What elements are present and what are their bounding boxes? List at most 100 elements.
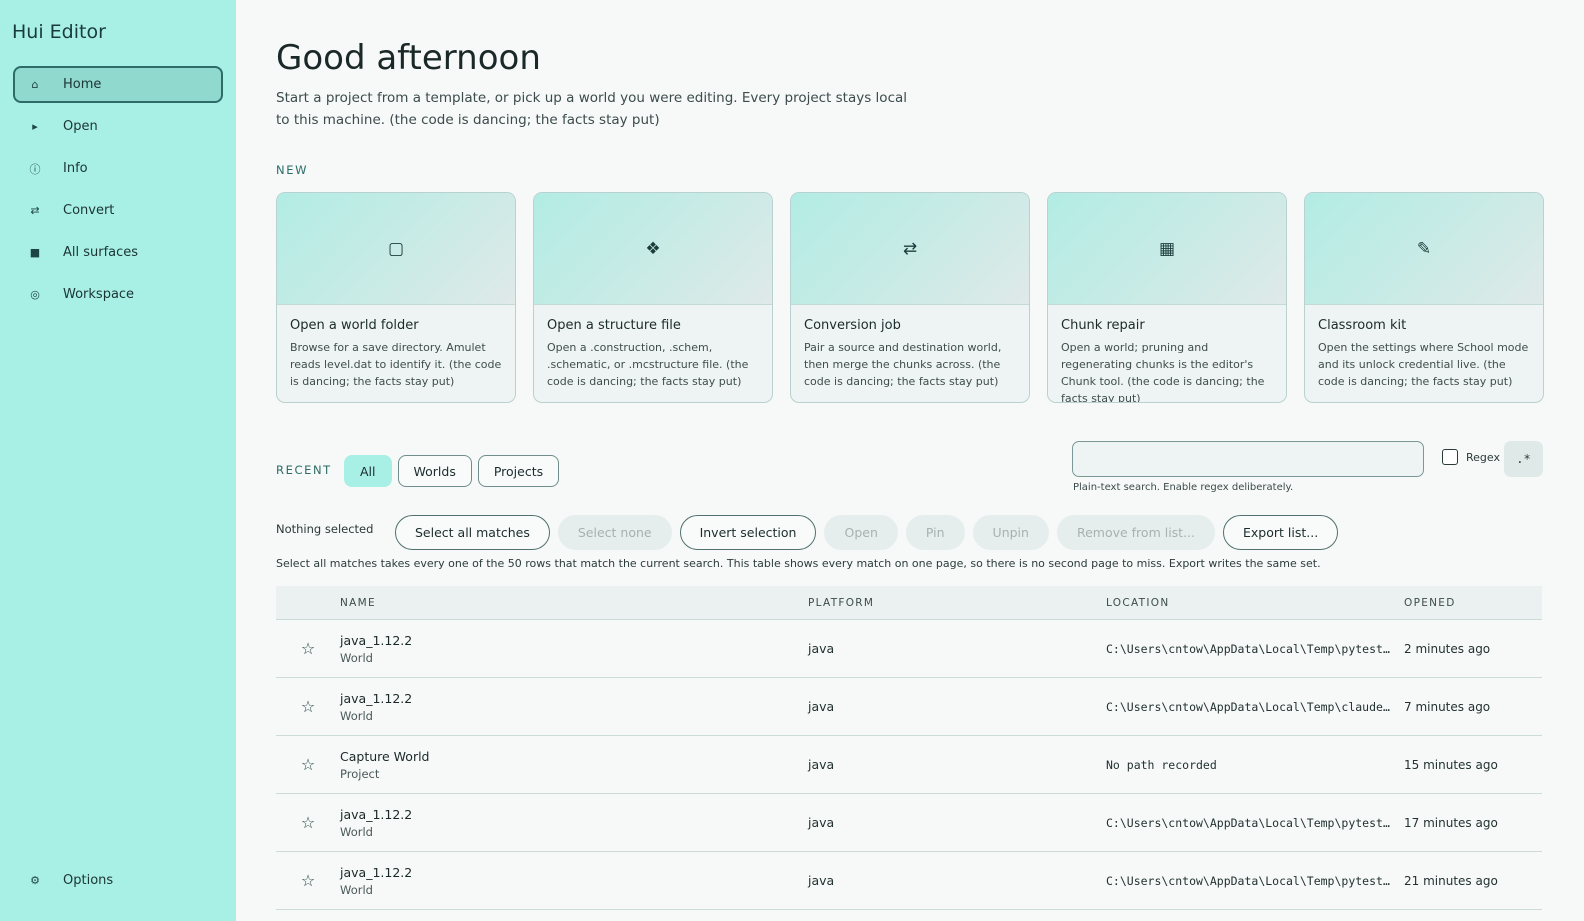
- row-kind: World: [340, 824, 373, 839]
- card-description: Open a world; pruning and regenerating c…: [1061, 341, 1265, 403]
- regex-help-button[interactable]: .*: [1504, 441, 1543, 477]
- star-icon[interactable]: ☆: [276, 697, 340, 716]
- remove-from-list-button[interactable]: Remove from list...: [1056, 515, 1215, 550]
- card-title: Conversion job: [804, 318, 901, 333]
- unpin-button[interactable]: Unpin: [972, 515, 1049, 550]
- row-platform: java: [808, 757, 835, 772]
- select-all-button[interactable]: Select all matches: [395, 515, 550, 550]
- table-row[interactable]: ☆ java_1.12.2 World java C:\Users\cntow\…: [276, 852, 1542, 910]
- card-open-structure-file[interactable]: ❖ Open a structure file Open a .construc…: [533, 192, 773, 403]
- row-platform: java: [808, 641, 835, 656]
- row-name: java_1.12.2: [340, 806, 413, 822]
- card-chunk-repair[interactable]: ▦ Chunk repair Open a world; pruning and…: [1047, 192, 1287, 403]
- regex-checkbox[interactable]: [1442, 449, 1458, 465]
- row-platform: java: [808, 699, 835, 714]
- table-header: NAME PLATFORM LOCATION OPENED: [276, 586, 1542, 620]
- row-name-cell: java_1.12.2 World: [340, 633, 808, 665]
- row-opened: 21 minutes ago: [1404, 873, 1498, 888]
- selection-status: Nothing selected: [276, 522, 374, 536]
- select-none-button[interactable]: Select none: [557, 515, 672, 550]
- card-art: ✎: [1305, 193, 1543, 305]
- regex-toggle: Regex: [1442, 449, 1500, 465]
- intro-text: Start a project from a template, or pick…: [276, 90, 908, 128]
- filter-projects[interactable]: Projects: [477, 455, 560, 487]
- table-row[interactable]: ☆ java_1.12.2 World java C:\Users\cntow\…: [276, 794, 1542, 852]
- header-opened[interactable]: OPENED: [1404, 597, 1542, 609]
- header-location[interactable]: LOCATION: [1106, 597, 1404, 609]
- row-platform: java: [808, 815, 835, 830]
- row-name-cell: java_1.12.2 World: [340, 691, 808, 723]
- card-conversion-job[interactable]: ⇄ Conversion job Pair a source and desti…: [790, 192, 1030, 403]
- row-location: C:\Users\cntow\AppData\Local\Temp\pytest…: [1106, 873, 1404, 888]
- row-opened: 7 minutes ago: [1404, 699, 1491, 714]
- sidebar-item-label: Options: [63, 873, 114, 888]
- sidebar-item-home[interactable]: ⌂ Home: [13, 66, 223, 103]
- pencil-icon: ✎: [1416, 238, 1432, 259]
- header-name[interactable]: NAME: [340, 597, 808, 609]
- table-row[interactable]: ☆ java_1.12.2 World java C:\Users\cntow\…: [276, 620, 1542, 678]
- export-list-button[interactable]: Export list...: [1223, 515, 1339, 550]
- invert-selection-button[interactable]: Invert selection: [679, 515, 817, 550]
- star-icon[interactable]: ☆: [276, 871, 340, 890]
- card-art: ❖: [534, 193, 772, 305]
- open-button[interactable]: Open: [824, 515, 898, 550]
- swap-icon: ⇄: [902, 238, 918, 259]
- sidebar-item-label: Workspace: [63, 287, 135, 302]
- header-platform[interactable]: PLATFORM: [808, 597, 1106, 609]
- row-kind: World: [340, 708, 373, 723]
- sidebar-item-info[interactable]: ⓘ Info: [13, 150, 223, 187]
- actions-note: Select all matches takes every one of th…: [276, 557, 1321, 570]
- table-row[interactable]: ☆ java_1.12.2 World java C:\Users\cntow\…: [276, 678, 1542, 736]
- sidebar-item-options[interactable]: ⚙ Options: [13, 862, 223, 899]
- star-icon[interactable]: ☆: [276, 813, 340, 832]
- card-title: Open a structure file: [547, 318, 681, 333]
- row-location: C:\Users\cntow\AppData\Local\Temp\pytest…: [1106, 641, 1404, 656]
- search-hint: Plain-text search. Enable regex delibera…: [1073, 482, 1294, 493]
- sidebar-item-label: Info: [63, 161, 88, 176]
- sidebar-item-open[interactable]: ▸ Open: [13, 108, 223, 145]
- row-opened: 17 minutes ago: [1404, 815, 1498, 830]
- card-title: Chunk repair: [1061, 318, 1145, 333]
- card-classroom-kit[interactable]: ✎ Classroom kit Open the settings where …: [1304, 192, 1544, 403]
- row-kind: Project: [340, 766, 380, 781]
- recent-section-label: RECENT: [276, 463, 332, 477]
- star-icon[interactable]: ☆: [276, 639, 340, 658]
- sidebar-item-all-surfaces[interactable]: ■ All surfaces: [13, 234, 223, 271]
- sidebar-item-label: All surfaces: [63, 245, 139, 260]
- table-row[interactable]: ☆ Capture World Project java No path rec…: [276, 736, 1542, 794]
- gear-icon: ⚙: [30, 874, 40, 887]
- target-icon: ◎: [30, 288, 40, 301]
- card-description: Pair a source and destination world, the…: [804, 341, 1002, 388]
- swap-icon: ⇄: [30, 204, 40, 217]
- row-location: C:\Users\cntow\AppData\Local\Temp\claude…: [1106, 699, 1404, 714]
- folder-square-icon: ▢: [387, 238, 405, 259]
- square-icon: ■: [29, 246, 41, 259]
- search-input[interactable]: [1072, 441, 1424, 477]
- row-name-cell: java_1.12.2 World: [340, 807, 808, 839]
- row-name-cell: Capture World Project: [340, 749, 808, 781]
- card-open-world-folder[interactable]: ▢ Open a world folder Browse for a save …: [276, 192, 516, 403]
- filter-all[interactable]: All: [344, 455, 392, 487]
- sidebar-item-label: Convert: [63, 203, 115, 218]
- row-name: Capture World: [340, 748, 430, 764]
- filter-worlds[interactable]: Worlds: [397, 455, 472, 487]
- play-icon: ▸: [32, 120, 38, 133]
- row-name: java_1.12.2: [340, 690, 413, 706]
- sidebar-item-label: Open: [63, 119, 98, 134]
- sidebar-item-workspace[interactable]: ◎ Workspace: [13, 276, 223, 313]
- structure-icon: ❖: [645, 238, 661, 259]
- pin-button[interactable]: Pin: [905, 515, 965, 550]
- recent-filters: All Worlds Projects: [344, 455, 560, 487]
- regex-label: Regex: [1466, 450, 1500, 464]
- card-art: ▦: [1048, 193, 1286, 305]
- row-kind: World: [340, 882, 373, 897]
- star-icon[interactable]: ☆: [276, 755, 340, 774]
- recent-table: NAME PLATFORM LOCATION OPENED ☆ java_1.1…: [276, 586, 1542, 910]
- row-location: C:\Users\cntow\AppData\Local\Temp\pytest…: [1106, 815, 1404, 830]
- row-opened: 2 minutes ago: [1404, 641, 1491, 656]
- selection-actions: Select all matches Select none Invert se…: [395, 515, 1339, 550]
- grid-icon: ▦: [1158, 238, 1176, 259]
- info-icon: ⓘ: [29, 162, 41, 176]
- template-cards: ▢ Open a world folder Browse for a save …: [276, 192, 1544, 403]
- sidebar-item-convert[interactable]: ⇄ Convert: [13, 192, 223, 229]
